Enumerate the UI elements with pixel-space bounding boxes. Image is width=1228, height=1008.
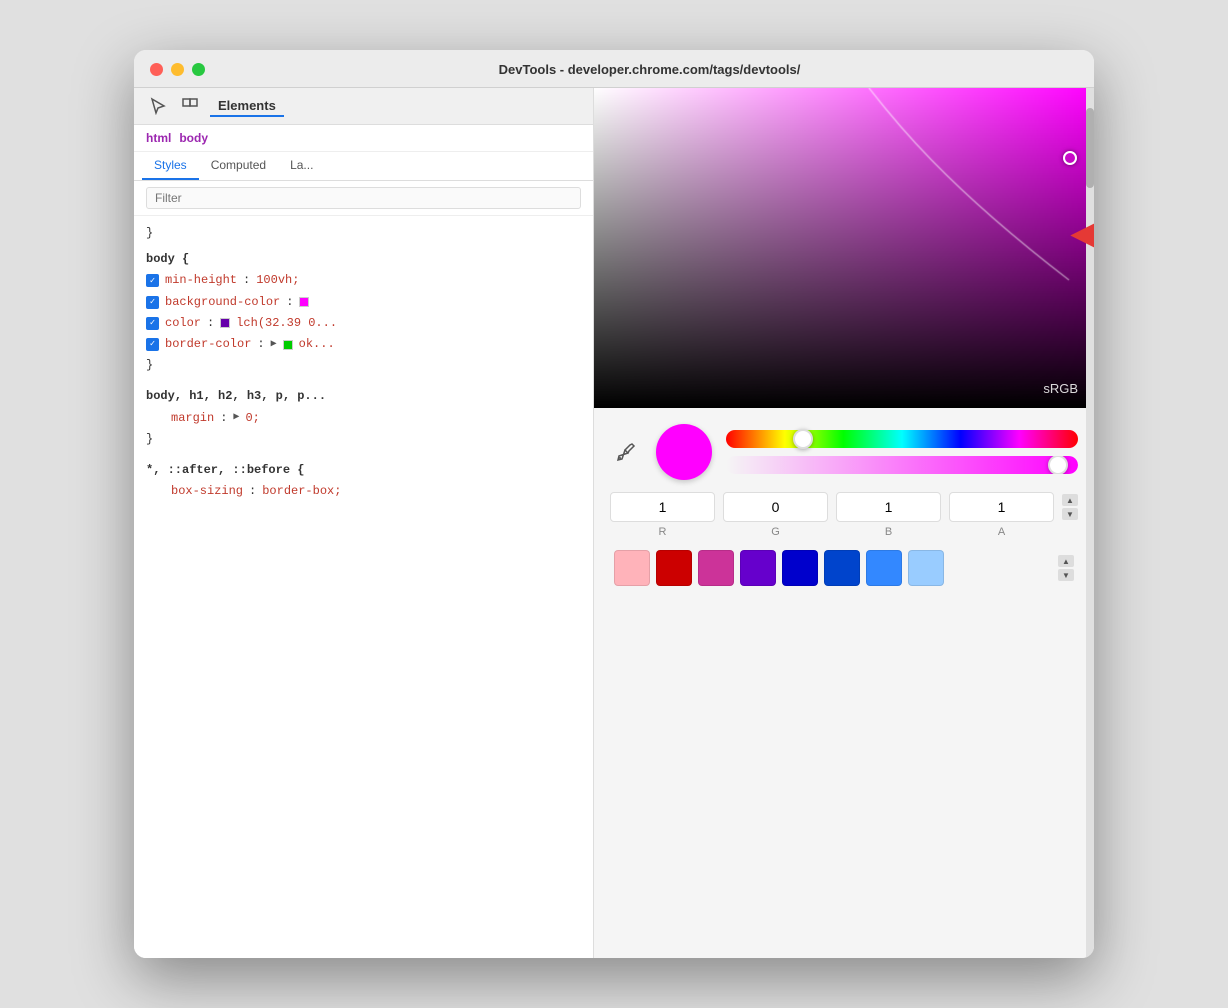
css-rule-star: *, ::after, ::before { box-sizing : bord… (146, 460, 581, 502)
b-label: B (885, 526, 892, 538)
tab-layout[interactable]: La... (278, 152, 325, 180)
filter-input[interactable] (146, 187, 581, 209)
r-field: R (610, 492, 715, 538)
css-prop-color: color : lch(32.39 0... (146, 313, 581, 334)
gradient-cursor[interactable] (1063, 151, 1077, 165)
css-prop-background-color: background-color : (146, 292, 581, 313)
right-panel: sRGB ◀ (594, 88, 1094, 958)
checkbox-color[interactable] (146, 317, 159, 330)
arrow-border-color[interactable]: ▶ (271, 337, 277, 353)
tab-styles[interactable]: Styles (142, 152, 199, 180)
checkbox-min-height[interactable] (146, 274, 159, 287)
breadcrumb-html[interactable]: html (146, 131, 171, 145)
g-input[interactable] (723, 492, 828, 522)
red-arrow-icon: ◀ (1072, 202, 1094, 262)
b-input[interactable] (836, 492, 941, 522)
swatches-stepper-down[interactable]: ▼ (1058, 569, 1074, 581)
css-prop-margin: margin : ▶ 0; (146, 408, 581, 429)
g-field: G (723, 492, 828, 538)
devtools-body: Elements html body Styles Computed La...… (134, 88, 1094, 958)
swatch-0[interactable] (614, 550, 650, 586)
css-prop-min-height: min-height : 100vh; (146, 270, 581, 291)
r-label: R (659, 526, 667, 538)
stepper-up[interactable]: ▲ (1062, 494, 1078, 506)
breadcrumb: html body (134, 125, 593, 152)
css-close-body: } (146, 355, 581, 376)
css-rule-body-headings: body, h1, h2, h3, p, p... margin : ▶ 0; … (146, 386, 581, 450)
devtools-toolbar: Elements (134, 88, 593, 125)
maximize-button[interactable] (192, 63, 205, 76)
swatch-5[interactable] (824, 550, 860, 586)
css-brace: } (146, 224, 581, 243)
a-field: A (949, 492, 1054, 538)
arrow-margin[interactable]: ▶ (233, 410, 239, 426)
sliders-container (726, 430, 1078, 474)
alpha-gradient-overlay (726, 456, 1078, 474)
close-button[interactable] (150, 63, 163, 76)
stepper-down[interactable]: ▼ (1062, 508, 1078, 520)
alpha-slider[interactable] (726, 456, 1078, 474)
b-field: B (836, 492, 941, 538)
srgb-label: sRGB (1043, 381, 1078, 396)
css-selector-body: body { (146, 249, 581, 270)
css-content: } body { min-height : 100vh; (134, 216, 593, 958)
breadcrumb-body[interactable]: body (179, 131, 208, 145)
left-panel: Elements html body Styles Computed La...… (134, 88, 594, 958)
bg-color-swatch[interactable] (299, 297, 309, 307)
checkbox-border-color[interactable] (146, 338, 159, 351)
a-label: A (998, 526, 1005, 538)
checkbox-bg-color[interactable] (146, 296, 159, 309)
color-swatch[interactable] (220, 318, 230, 328)
titlebar: DevTools - developer.chrome.com/tags/dev… (134, 50, 1094, 88)
scrollbar-thumb[interactable] (1086, 108, 1094, 188)
filter-bar (134, 181, 593, 216)
minimize-button[interactable] (171, 63, 184, 76)
swatches-stepper-up[interactable]: ▲ (1058, 555, 1074, 567)
css-rule-body: body { min-height : 100vh; background-co… (146, 249, 581, 376)
r-input[interactable] (610, 492, 715, 522)
swatch-2[interactable] (698, 550, 734, 586)
swatches-stepper: ▲ ▼ (1058, 555, 1074, 581)
swatch-7[interactable] (908, 550, 944, 586)
rgba-inputs: R G B A ▲ ▼ (610, 492, 1078, 538)
css-selector-body-headings: body, h1, h2, h3, p, p... (146, 386, 581, 407)
swatch-4[interactable] (782, 550, 818, 586)
css-prop-box-sizing: box-sizing : border-box; (146, 481, 581, 502)
color-gradient[interactable]: sRGB ◀ (594, 88, 1094, 408)
color-controls: R G B A ▲ ▼ (594, 408, 1094, 602)
window-title: DevTools - developer.chrome.com/tags/dev… (221, 62, 1078, 77)
g-label: G (771, 526, 780, 538)
rgba-stepper: ▲ ▼ (1062, 494, 1078, 520)
sub-tabs: Styles Computed La... (134, 152, 593, 181)
browser-window: DevTools - developer.chrome.com/tags/dev… (134, 50, 1094, 958)
swatch-6[interactable] (866, 550, 902, 586)
traffic-lights (150, 63, 205, 76)
hue-slider[interactable] (726, 430, 1078, 448)
color-preview-circle (656, 424, 712, 480)
css-prop-border-color: border-color : ▶ ok... (146, 334, 581, 355)
alpha-thumb[interactable] (1048, 456, 1068, 474)
border-color-swatch[interactable] (283, 340, 293, 350)
swatch-3[interactable] (740, 550, 776, 586)
hue-thumb[interactable] (793, 429, 813, 449)
css-selector-star: *, ::after, ::before { (146, 460, 581, 481)
css-close-headings: } (146, 429, 581, 450)
a-input[interactable] (949, 492, 1054, 522)
cursor-icon[interactable] (146, 94, 170, 118)
layers-icon[interactable] (178, 94, 202, 118)
eyedropper-button[interactable] (610, 436, 642, 468)
color-top-row (610, 424, 1078, 480)
swatches-row: ▲ ▼ (610, 550, 1078, 586)
tab-computed[interactable]: Computed (199, 152, 278, 180)
swatch-1[interactable] (656, 550, 692, 586)
tab-elements[interactable]: Elements (210, 96, 284, 117)
